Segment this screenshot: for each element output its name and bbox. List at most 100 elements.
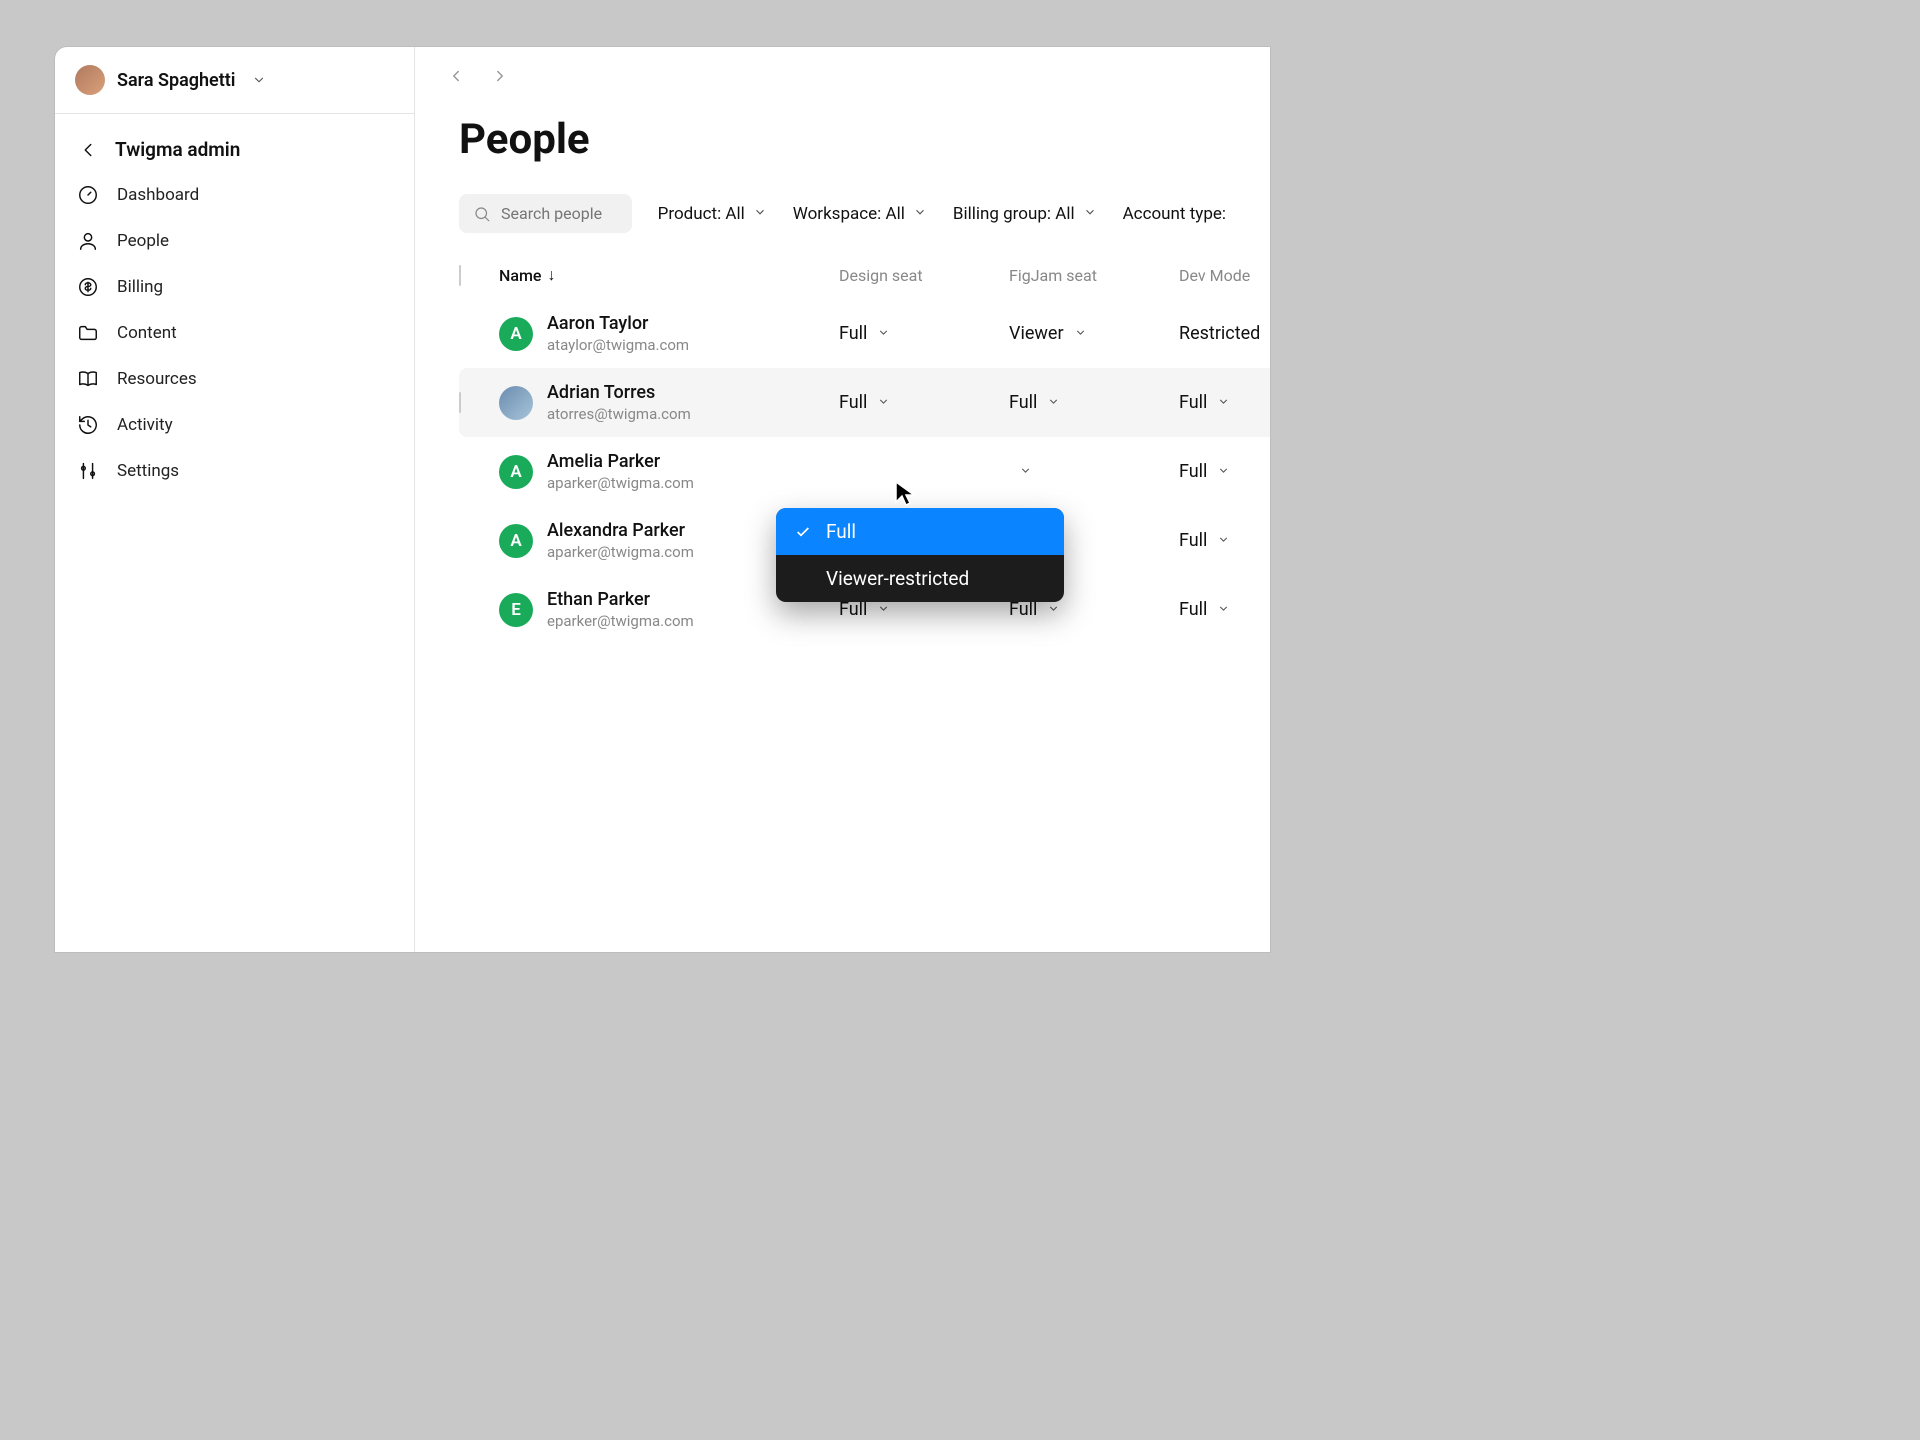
avatar-initial: E (499, 593, 533, 627)
sidebar-item-label: Resources (117, 369, 197, 389)
chevron-down-icon (248, 69, 270, 91)
filter-account-type[interactable]: Account type: (1123, 204, 1226, 224)
sidebar-item-settings[interactable]: Settings (65, 449, 404, 493)
figjam-seat-dropdown[interactable] (1009, 461, 1179, 482)
dev-mode-dropdown[interactable]: Full (1179, 530, 1270, 551)
page-title: People (415, 89, 1270, 194)
figjam-seat-dropdown[interactable]: Full (1009, 392, 1179, 413)
chevron-down-icon (877, 599, 890, 620)
search-icon (473, 205, 491, 223)
chevron-down-icon (1047, 599, 1060, 620)
table-row: A Aaron Taylor ataylor@twigma.com Full V… (459, 299, 1270, 368)
column-header-name[interactable]: Name ↓ (499, 265, 839, 285)
sliders-icon (77, 460, 99, 482)
chevron-down-icon (877, 392, 890, 413)
figjam-seat-dropdown[interactable]: Full (1009, 599, 1179, 620)
table-header: Name ↓ Design seat FigJam seat Dev Mode (459, 251, 1270, 299)
column-header-figjam-seat[interactable]: FigJam seat (1009, 266, 1179, 285)
nav-back-button[interactable] (443, 63, 469, 89)
sidebar-nav: Twigma admin Dashboard People Billing (55, 114, 414, 507)
row-checkbox[interactable] (459, 392, 461, 413)
menu-option-label: Full (826, 520, 856, 543)
filter-label: Workspace: All (793, 204, 905, 224)
arrow-down-icon: ↓ (547, 265, 555, 285)
sidebar-back[interactable]: Twigma admin (65, 128, 404, 171)
menu-option-label: Viewer-restricted (826, 567, 969, 590)
dollar-icon (77, 276, 99, 298)
person-email: ataylor@twigma.com (547, 336, 689, 354)
avatar-initial: A (499, 317, 533, 351)
chevron-down-icon (1217, 461, 1230, 482)
table-row: A Amelia Parker aparker@twigma.com Full (459, 437, 1270, 506)
select-all-checkbox[interactable] (459, 265, 461, 286)
person-cell[interactable]: Adrian Torres atorres@twigma.com (499, 382, 839, 423)
chevron-down-icon (753, 204, 767, 224)
dev-mode-dropdown[interactable]: Restricted (1179, 323, 1270, 344)
filter-workspace[interactable]: Workspace: All (793, 204, 927, 224)
chevron-down-icon (877, 323, 890, 344)
filter-billing-group[interactable]: Billing group: All (953, 204, 1097, 224)
sidebar-item-resources[interactable]: Resources (65, 357, 404, 401)
table-row: Adrian Torres atorres@twigma.com Full Fu… (459, 368, 1270, 437)
history-icon (77, 414, 99, 436)
book-icon (77, 368, 99, 390)
person-icon (77, 230, 99, 252)
person-name: Adrian Torres (547, 382, 691, 403)
person-email: atorres@twigma.com (547, 405, 691, 423)
person-cell[interactable]: A Aaron Taylor ataylor@twigma.com (499, 313, 839, 354)
menu-option-full[interactable]: Full (776, 508, 1064, 555)
dev-mode-dropdown[interactable]: Full (1179, 392, 1270, 413)
check-icon (794, 524, 812, 540)
chevron-left-icon (77, 139, 99, 161)
filter-bar: Product: All Workspace: All Billing grou… (415, 194, 1270, 251)
search-input-wrapper[interactable] (459, 194, 632, 233)
column-header-design-seat[interactable]: Design seat (839, 266, 1009, 285)
folder-icon (77, 322, 99, 344)
nav-forward-button[interactable] (487, 63, 513, 89)
main: People Product: All Workspace: All Billi… (415, 47, 1270, 952)
chevron-down-icon (1047, 392, 1060, 413)
filter-label: Product: All (658, 204, 745, 224)
dev-mode-dropdown[interactable]: Full (1179, 599, 1270, 620)
figjam-seat-dropdown[interactable]: Viewer (1009, 323, 1179, 344)
chevron-down-icon (1083, 204, 1097, 224)
person-name: Ethan Parker (547, 589, 694, 610)
user-name: Sara Spaghetti (117, 70, 236, 91)
design-seat-dropdown[interactable]: Full (839, 392, 1009, 413)
design-seat-dropdown[interactable]: Full (839, 599, 1009, 620)
gauge-icon (77, 184, 99, 206)
seat-dropdown-menu: Full Viewer-restricted (776, 508, 1064, 602)
filter-label: Billing group: All (953, 204, 1075, 224)
person-cell[interactable]: A Amelia Parker aparker@twigma.com (499, 451, 839, 492)
person-email: eparker@twigma.com (547, 612, 694, 630)
filter-product[interactable]: Product: All (658, 204, 767, 224)
sidebar-item-label: Content (117, 323, 177, 343)
user-switcher[interactable]: Sara Spaghetti (55, 47, 414, 114)
sidebar-item-dashboard[interactable]: Dashboard (65, 173, 404, 217)
app-window: Sara Spaghetti Twigma admin Dashboard (55, 47, 1270, 952)
sidebar-item-activity[interactable]: Activity (65, 403, 404, 447)
history-nav (415, 47, 1270, 89)
search-input[interactable] (501, 204, 618, 223)
sidebar: Sara Spaghetti Twigma admin Dashboard (55, 47, 415, 952)
design-seat-dropdown[interactable]: Full (839, 323, 1009, 344)
sidebar-item-label: People (117, 231, 169, 251)
sidebar-item-label: Activity (117, 415, 173, 435)
chevron-down-icon (913, 204, 927, 224)
sidebar-section-title: Twigma admin (115, 138, 240, 161)
chevron-down-icon (1217, 392, 1230, 413)
menu-option-viewer-restricted[interactable]: Viewer-restricted (776, 555, 1064, 602)
chevron-down-icon (1217, 530, 1230, 551)
sidebar-item-content[interactable]: Content (65, 311, 404, 355)
person-name: Aaron Taylor (547, 313, 689, 334)
column-header-dev-mode[interactable]: Dev Mode (1179, 266, 1270, 285)
dev-mode-dropdown[interactable]: Full (1179, 461, 1270, 482)
sidebar-item-people[interactable]: People (65, 219, 404, 263)
avatar-photo (499, 386, 533, 420)
filter-label: Account type: (1123, 204, 1226, 224)
sidebar-item-billing[interactable]: Billing (65, 265, 404, 309)
sidebar-item-label: Settings (117, 461, 179, 481)
avatar-initial: A (499, 524, 533, 558)
chevron-down-icon (1217, 599, 1230, 620)
person-name: Alexandra Parker (547, 520, 694, 541)
